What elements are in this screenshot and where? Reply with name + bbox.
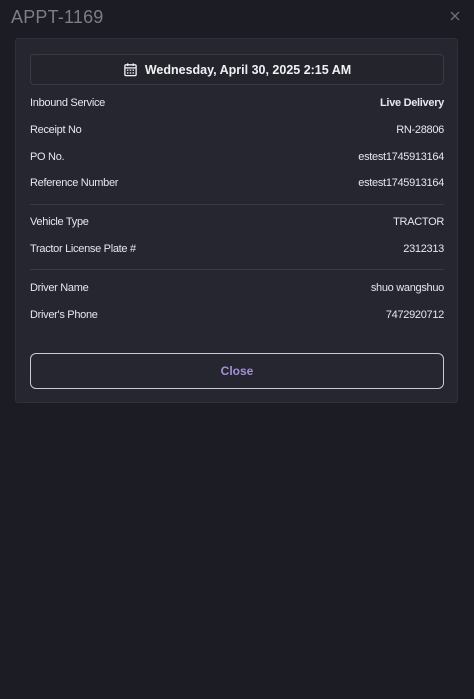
detail-label: Driver's Phone	[30, 309, 98, 321]
detail-row-vehicle-type: Vehicle Type TRACTOR	[30, 214, 444, 230]
detail-row-reference-number: Reference Number estest1745913164	[30, 175, 444, 191]
close-button[interactable]: Close	[30, 353, 444, 389]
detail-label: Reference Number	[30, 177, 119, 189]
close-icon[interactable]	[448, 9, 462, 23]
appointment-details-card: Wednesday, April 30, 2025 2:15 AM Inboun…	[15, 38, 458, 403]
detail-row-inbound-service: Inbound Service Live Delivery	[30, 95, 444, 111]
detail-value: estest1745913164	[358, 177, 444, 189]
detail-value: 2312313	[403, 243, 444, 255]
detail-row-driver-name: Driver Name shuo wangshuo	[30, 280, 444, 296]
detail-row-driver-phone: Driver's Phone 7472920712	[30, 307, 444, 323]
section-divider	[30, 204, 444, 205]
detail-row-receipt-no: Receipt No RN-28806	[30, 122, 444, 138]
detail-value: TRACTOR	[393, 216, 444, 228]
detail-label: Vehicle Type	[30, 216, 89, 228]
appointment-datetime-box: Wednesday, April 30, 2025 2:15 AM	[30, 54, 444, 85]
detail-row-license-plate: Tractor License Plate # 2312313	[30, 241, 444, 257]
detail-label: Tractor License Plate #	[30, 243, 136, 255]
detail-label: Inbound Service	[30, 97, 105, 109]
detail-label: PO No.	[30, 151, 65, 163]
detail-value: 7472920712	[385, 309, 444, 321]
detail-label: Receipt No	[30, 124, 82, 136]
appointment-title: APPT-1169	[11, 7, 104, 27]
detail-value: shuo wangshuo	[370, 282, 444, 294]
detail-value: RN-28806	[396, 124, 444, 136]
detail-value: estest1745913164	[358, 151, 444, 163]
detail-value: Live Delivery	[380, 97, 444, 109]
appointment-datetime: Wednesday, April 30, 2025 2:15 AM	[144, 62, 352, 77]
detail-label: Driver Name	[30, 282, 89, 294]
modal-header: APPT-1169	[0, 0, 474, 36]
section-divider	[30, 269, 444, 270]
calendar-icon	[124, 63, 137, 77]
detail-row-po-no: PO No. estest1745913164	[30, 149, 444, 165]
